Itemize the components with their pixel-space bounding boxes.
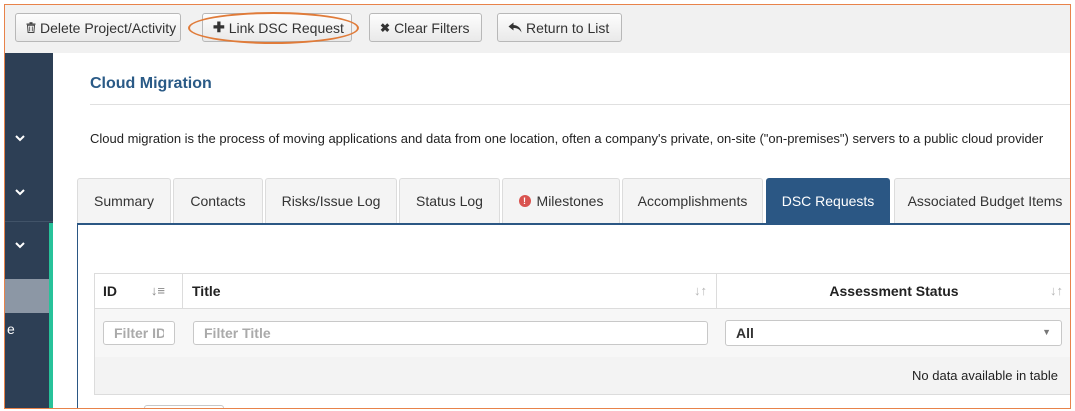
column-header-title[interactable]: Title ↓↑ xyxy=(192,274,715,308)
sidebar-divider xyxy=(5,221,53,222)
tab-label: DSC Requests xyxy=(781,193,875,209)
delete-project-label: Delete Project/Activity xyxy=(40,19,177,36)
chevron-down-icon xyxy=(15,185,25,199)
alert-icon: ! xyxy=(518,195,531,207)
page-description: Cloud migration is the process of moving… xyxy=(90,131,1044,146)
chevron-down-icon xyxy=(15,238,25,252)
tab-dsc-requests[interactable]: DSC Requests xyxy=(766,178,890,223)
page-title: Cloud Migration xyxy=(90,75,212,92)
sort-icon: ↓↑ xyxy=(1050,283,1063,298)
link-dsc-request-label: Link DSC Request xyxy=(228,19,344,36)
table-header: ID ↓≡ Title ↓↑ Assessment Status ↓↑ xyxy=(94,273,1070,358)
assessment-status-filter-select[interactable]: All ▼ xyxy=(725,320,1062,346)
tab-status-log[interactable]: Status Log xyxy=(399,178,500,223)
sort-ascending-icon: ↓≡ xyxy=(150,283,165,298)
tab-label: Status Log xyxy=(416,193,483,209)
return-to-list-label: Return to List xyxy=(526,19,610,36)
return-to-list-button[interactable]: Return to List xyxy=(497,13,622,42)
sidebar-active-item[interactable] xyxy=(5,279,49,313)
trash-icon xyxy=(26,22,36,33)
sort-icon: ↓↑ xyxy=(694,283,707,298)
select-value: All xyxy=(736,325,754,341)
chevron-down-icon xyxy=(15,131,25,145)
tab-milestones[interactable]: ! Milestones xyxy=(502,178,620,223)
delete-project-button[interactable]: Delete Project/Activity xyxy=(15,13,181,42)
dsc-requests-table: ID ↓≡ Title ↓↑ Assessment Status ↓↑ Filt… xyxy=(94,273,1070,405)
sidebar: e xyxy=(5,53,53,408)
tab-label: Contacts xyxy=(190,193,246,209)
tab-contacts[interactable]: Contacts xyxy=(173,178,263,223)
filter-row: All ▼ xyxy=(94,309,1070,357)
title-filter-input[interactable] xyxy=(193,321,708,345)
column-header-label: ID xyxy=(103,283,117,299)
dsc-requests-panel: ID ↓≡ Title ↓↑ Assessment Status ↓↑ Filt… xyxy=(77,223,1070,408)
id-filter-input[interactable] xyxy=(103,321,175,345)
column-header-assessment-status[interactable]: Assessment Status ↓↑ xyxy=(717,274,1070,308)
toolbar: Delete Project/Activity ✚ Link DSC Reque… xyxy=(5,5,1070,54)
link-dsc-request-button[interactable]: ✚ Link DSC Request xyxy=(202,13,352,42)
plus-icon: ✚ xyxy=(213,19,225,35)
sidebar-item-partial-label[interactable]: e xyxy=(7,321,15,337)
page-length-select[interactable] xyxy=(144,405,224,408)
tab-associated-budget-items[interactable]: Associated Budget Items xyxy=(894,178,1070,223)
tab-summary[interactable]: Summary xyxy=(77,178,171,223)
tab-label: Milestones xyxy=(536,193,604,209)
close-icon: ✖ xyxy=(380,20,391,35)
tab-bar: Summary Contacts Risks/Issue Log Status … xyxy=(77,178,1070,223)
tab-risks-issue-log[interactable]: Risks/Issue Log xyxy=(265,178,397,223)
caret-down-icon: ▼ xyxy=(1042,327,1051,337)
tab-label: Risks/Issue Log xyxy=(281,193,381,209)
clear-filters-label: Clear Filters xyxy=(394,19,470,36)
sidebar-expand-3[interactable] xyxy=(5,233,53,257)
column-header-id[interactable]: ID ↓≡ xyxy=(103,274,173,308)
app-frame: Delete Project/Activity ✚ Link DSC Reque… xyxy=(4,4,1071,409)
reply-arrow-icon xyxy=(508,22,522,33)
clear-filters-button[interactable]: ✖ Clear Filters xyxy=(369,13,482,42)
tab-label: Associated Budget Items xyxy=(907,193,1063,209)
column-header-label: Assessment Status xyxy=(829,283,959,299)
tab-label: Summary xyxy=(94,193,154,209)
tab-label: Accomplishments xyxy=(637,193,748,209)
title-divider xyxy=(90,104,1070,105)
column-header-label: Title xyxy=(192,283,221,299)
empty-table-message: No data available in table xyxy=(912,368,1058,383)
sidebar-expand-2[interactable] xyxy=(5,180,53,204)
empty-table-row: No data available in table xyxy=(94,357,1070,395)
tab-accomplishments[interactable]: Accomplishments xyxy=(622,178,763,223)
main-content: Cloud Migration Cloud migration is the p… xyxy=(53,53,1070,408)
sidebar-expand-1[interactable] xyxy=(5,126,53,150)
